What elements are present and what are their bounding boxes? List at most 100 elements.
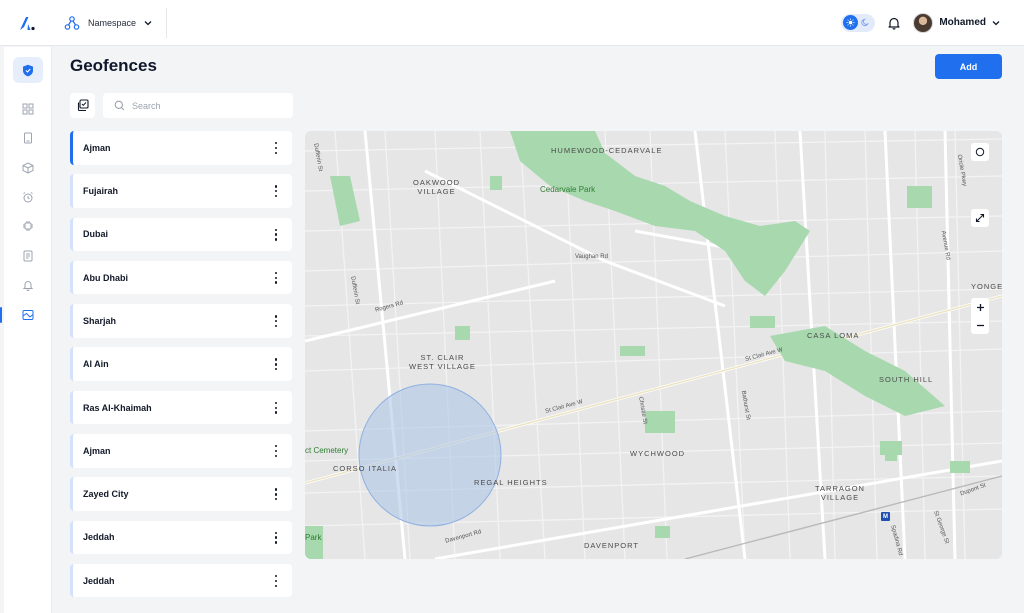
geofence-item[interactable]: Jeddah [70,563,292,598]
expand-icon [975,213,985,223]
sun-icon [843,15,859,30]
sidebar-item-integrations[interactable] [13,213,43,239]
copy-icon [77,99,89,112]
cube-icon [22,162,34,174]
map-label-vaughan: Vaughan Rd [575,254,608,260]
map-label-cemetery: ct Cemetery [305,446,349,455]
map-label-regal-heights: REGAL HEIGHTS [474,478,548,487]
zoom-in-button[interactable] [971,298,989,316]
sidebar-item-notifications[interactable] [13,272,43,298]
more-options-icon[interactable] [273,487,279,501]
more-options-icon[interactable] [273,314,279,328]
geofence-item[interactable]: Ras Al-Khaimah [70,390,292,425]
geofence-name: Abu Dhabi [83,272,128,283]
document-icon [23,250,33,262]
top-bar: Namespace Mohamed [0,0,1024,46]
geofence-item[interactable]: Sharjah [70,304,292,338]
bell-icon [22,281,34,291]
namespace-label: Namespace [88,17,137,28]
geofence-list: Ajman Fujairah Dubai Abu Dhabi Sharjah Al Ain… [70,131,292,607]
map-label-south-hill: SOUTH HILL [879,375,934,384]
geofence-item[interactable]: Fujairah [70,174,292,208]
geofence-item[interactable]: Jeddah [70,520,292,555]
avatar [913,12,934,33]
theme-toggle[interactable] [841,13,876,32]
device-icon [24,132,32,144]
user-name: Mohamed [939,17,986,28]
zoom-control [971,298,989,334]
map-label-corso-italia: CORSO ITALIA [333,464,397,473]
sidebar-item-devices[interactable] [13,125,43,151]
sidebar-item-geofences[interactable] [13,302,43,328]
metro-station-icon: M [881,512,890,521]
map-view[interactable]: HUMEWOOD-CEDARVALE OAKWOOD VILLAGE Cedarv… [305,131,1002,559]
add-button[interactable]: Add [935,54,1002,79]
sidebar-item-reports[interactable] [13,243,43,269]
search-icon [975,147,985,157]
geofence-item[interactable]: Abu Dhabi [70,260,292,295]
more-options-icon[interactable] [273,531,279,545]
search-input[interactable] [132,100,282,111]
map-canvas[interactable] [305,131,1002,559]
minus-icon [976,324,984,326]
namespace-selector[interactable]: Namespace [54,7,168,38]
copy-button[interactable] [70,93,95,118]
map-label-cedarvale-park: Cedarvale Park [540,185,596,194]
alarm-icon [23,192,33,203]
plus-icon [976,303,984,311]
geofence-name: Jeddah [83,532,115,543]
shield-icon [23,64,33,76]
map-label-casa-loma: CASA LOMA [807,331,860,340]
chevron-down-icon [144,20,152,25]
map-search-button[interactable] [971,143,989,161]
sidebar-item-dashboard[interactable] [13,96,43,122]
page-title: Geofences [70,56,157,75]
geofence-item[interactable]: Zayed City [70,477,292,511]
map-icon [22,310,34,320]
geofence-item[interactable]: Ajman [70,131,292,165]
map-label-park: Park [305,533,322,542]
logo-icon [20,16,35,30]
app-logo[interactable] [0,0,54,46]
active-marker [0,307,2,323]
zoom-out-button[interactable] [971,316,989,334]
map-label-tarragon: TARRAGON VILLAGE [815,484,865,502]
geofence-name: Sharjah [83,315,117,326]
map-label-oakwood: OAKWOOD VILLAGE [413,178,461,196]
geofence-name: Dubai [83,229,109,240]
sidebar-item-security[interactable] [13,57,43,83]
search-icon [114,100,125,111]
more-options-icon[interactable] [273,184,279,198]
fullscreen-button[interactable] [971,209,989,227]
more-options-icon[interactable] [273,141,279,155]
bell-icon[interactable] [887,16,901,30]
chevron-down-icon [992,20,1000,25]
geofence-name: Zayed City [83,489,129,500]
user-menu[interactable]: Mohamed [913,12,1000,33]
more-options-icon[interactable] [273,444,279,458]
namespace-icon [64,15,80,30]
geofence-name: Ajman [83,142,111,153]
geofence-name: Ras Al-Khaimah [83,402,152,413]
search-box[interactable] [103,93,293,118]
geofence-item[interactable]: Al Ain [70,347,292,381]
map-label-humewood: HUMEWOOD-CEDARVALE [551,146,663,155]
more-options-icon[interactable] [273,228,279,242]
geofence-item[interactable]: Ajman [70,434,292,468]
chip-icon [23,221,33,231]
geofence-name: Ajman [83,445,111,456]
geofence-name: Fujairah [83,186,119,197]
more-options-icon[interactable] [273,574,279,588]
map-label-wychwood: WYCHWOOD [630,449,686,458]
geofence-name: Al Ain [83,359,109,370]
more-options-icon[interactable] [273,357,279,371]
geofence-item[interactable]: Dubai [70,217,292,252]
grid-icon [22,103,34,115]
more-options-icon[interactable] [273,271,279,285]
map-label-yonge: YONGE [971,282,1002,291]
sidebar-item-alarms[interactable] [13,184,43,210]
sidebar [0,47,52,613]
map-label-st-clair: ST. CLAIR WEST VILLAGE [409,353,476,371]
more-options-icon[interactable] [273,401,279,415]
sidebar-item-packages[interactable] [13,155,43,181]
